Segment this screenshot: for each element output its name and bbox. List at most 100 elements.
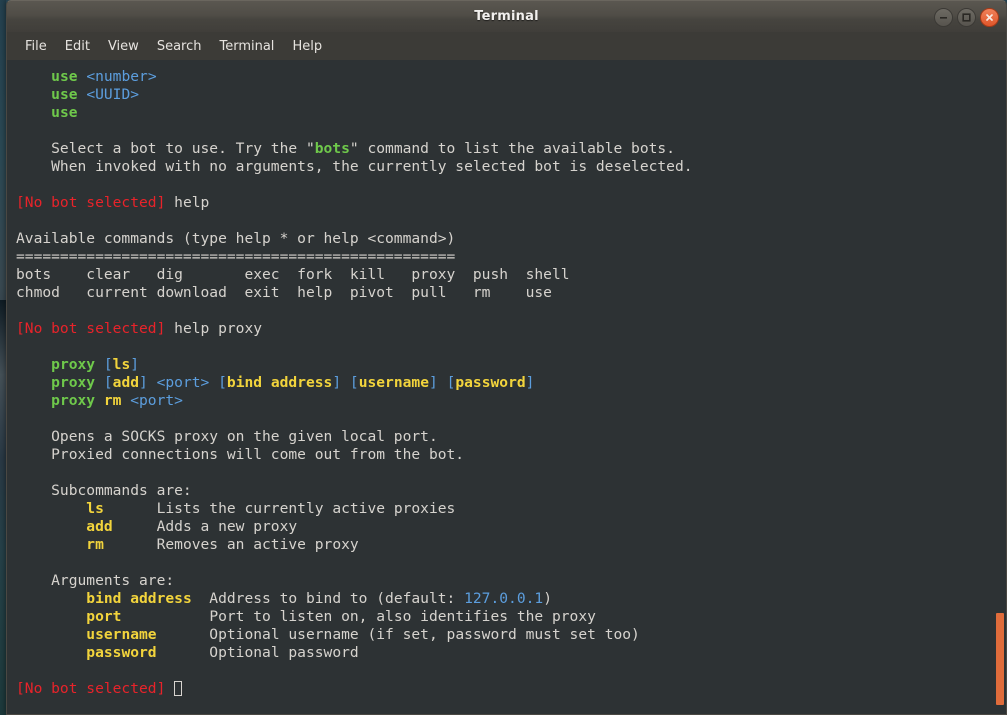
close-button[interactable] (980, 7, 999, 27)
terminal-line: [No bot selected] (16, 680, 1006, 698)
terminal-body[interactable]: use <number> use <UUID> use Select a bot… (6, 60, 1007, 715)
window-title: Terminal (474, 9, 539, 24)
terminal-text: Port to listen on, also identifies the p… (121, 608, 596, 625)
terminal-text: username (86, 626, 157, 643)
terminal-text: <port> (121, 392, 183, 409)
terminal-text: ========================================… (16, 248, 456, 265)
maximize-button[interactable] (957, 7, 976, 27)
terminal-line: Available commands (type help * or help … (16, 230, 1006, 248)
terminal-text: <UUID> (86, 86, 140, 103)
terminal-text: proxy (51, 374, 96, 391)
menu-item-view[interactable]: View (100, 36, 147, 57)
menu-item-help[interactable]: Help (284, 36, 330, 57)
terminal-text: bind address (86, 590, 192, 607)
terminal-line: proxy [ls] (16, 356, 1006, 374)
terminal-text: ) (543, 590, 552, 607)
terminal-text: ] [ (429, 374, 456, 391)
menu-item-edit[interactable]: Edit (57, 36, 98, 57)
terminal-text: Optional password (156, 644, 359, 661)
terminal-text: Arguments are: (16, 572, 175, 589)
terminal-line: password Optional password (16, 644, 1006, 662)
terminal-text: [ (95, 356, 113, 373)
menu-bar: File Edit View Search Terminal Help (6, 32, 1007, 60)
terminal-text: ] (130, 356, 140, 373)
terminal-text: use (51, 68, 87, 85)
prompt-text: [No bot selected] (16, 320, 166, 337)
terminal-line: use (16, 104, 1006, 122)
terminal-text: chmod current download exit help pivot p… (16, 284, 552, 301)
terminal-text: Optional username (if set, password must… (156, 626, 640, 643)
terminal-scrollbar[interactable] (992, 60, 1006, 714)
terminal-text: add (112, 374, 140, 391)
terminal-text: Subcommands are: (16, 482, 192, 499)
minimize-button[interactable] (934, 7, 953, 27)
terminal-cursor (174, 681, 183, 696)
terminal-line: rm Removes an active proxy (16, 536, 1006, 554)
terminal-line: port Port to listen on, also identifies … (16, 608, 1006, 626)
prompt-text: [No bot selected] (16, 680, 166, 697)
terminal-window: Terminal File Edit View Search Terminal Help … (6, 0, 1007, 715)
terminal-text: password (455, 374, 526, 391)
menu-item-terminal[interactable]: Terminal (211, 36, 282, 57)
terminal-line: When invoked with no arguments, the curr… (16, 158, 1006, 176)
terminal-text: ] (525, 374, 535, 391)
terminal-text: ls (86, 500, 104, 517)
terminal-text: rm (86, 536, 104, 553)
terminal-line: proxy rm <port> (16, 392, 1006, 410)
menu-item-search[interactable]: Search (149, 36, 210, 57)
window-controls (934, 1, 999, 33)
terminal-text: use (51, 86, 87, 103)
menu-item-file[interactable]: File (17, 36, 55, 57)
terminal-line: Arguments are: (16, 572, 1006, 590)
terminal-text: Opens a SOCKS proxy on the given local p… (16, 428, 438, 445)
terminal-line: use <number> (16, 68, 1006, 86)
terminal-text: ] [ (332, 374, 359, 391)
terminal-text: proxy (51, 392, 104, 409)
terminal-text: password (86, 644, 157, 661)
window-titlebar[interactable]: Terminal (6, 0, 1007, 32)
terminal-line: chmod current download exit help pivot p… (16, 284, 1006, 302)
prompt-text: [No bot selected] (16, 194, 166, 211)
terminal-line: ls Lists the currently active proxies (16, 500, 1006, 518)
terminal-text: use (51, 104, 78, 121)
terminal-text: Adds a new proxy (112, 518, 298, 535)
terminal-text: ls (112, 356, 131, 373)
terminal-text: <number> (86, 68, 157, 85)
terminal-line: [No bot selected] help (16, 194, 1006, 212)
terminal-text: ] <port> [ (139, 374, 227, 391)
terminal-line: bind address Address to bind to (default… (16, 590, 1006, 608)
terminal-text: Select a bot to use. Try the " (16, 140, 315, 157)
terminal-line: Opens a SOCKS proxy on the given local p… (16, 428, 1006, 446)
terminal-line: proxy [add] <port> [bind address] [usern… (16, 374, 1006, 392)
terminal-line: Select a bot to use. Try the "bots" comm… (16, 140, 1006, 158)
terminal-text: 127.0.0.1 (464, 590, 544, 607)
terminal-screen[interactable]: use <number> use <UUID> use Select a bot… (7, 60, 1006, 714)
terminal-line: use <UUID> (16, 86, 1006, 104)
terminal-text: username (358, 374, 429, 391)
terminal-text: add (86, 518, 113, 535)
terminal-line: add Adds a new proxy (16, 518, 1006, 536)
terminal-text: rm (103, 392, 122, 409)
scrollbar-thumb[interactable] (996, 612, 1004, 706)
terminal-text: Proxied connections will come out from t… (16, 446, 465, 463)
terminal-text: bind address (226, 374, 333, 391)
terminal-text: bots clear dig exec fork kill proxy push… (16, 266, 570, 283)
terminal-text: Address to bind to (default: (191, 590, 465, 607)
